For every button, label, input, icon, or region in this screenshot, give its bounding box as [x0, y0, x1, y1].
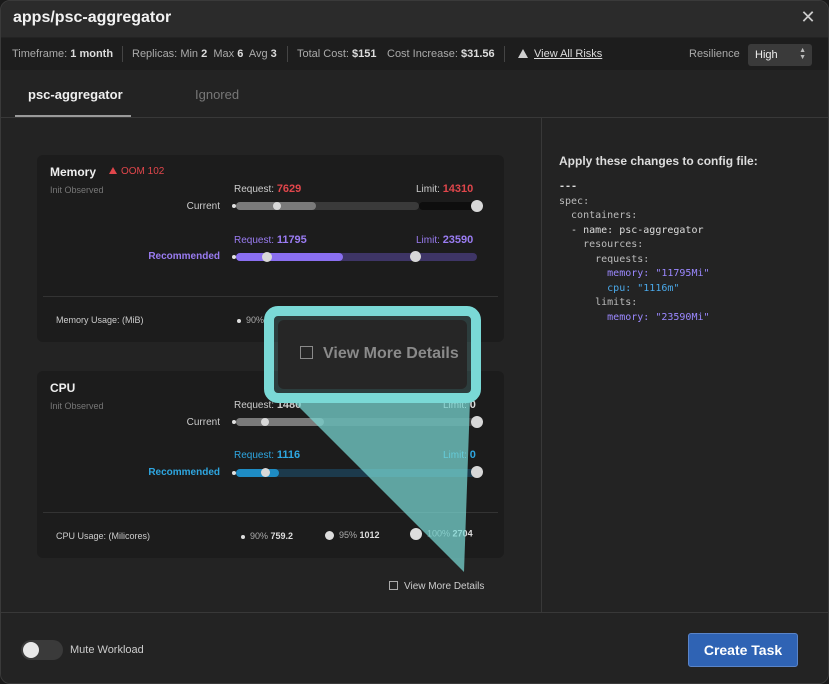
mute-workload-toggle[interactable]: [21, 640, 63, 660]
active-tab-indicator: [15, 115, 131, 117]
cpu-rec-request: Request: 1116: [234, 449, 301, 461]
create-task-button[interactable]: Create Task: [688, 633, 798, 667]
zoom-callout: View More Details: [264, 306, 481, 403]
memory-recommended-label: Recommended: [148, 251, 220, 262]
view-all-risks-link[interactable]: View All Risks: [518, 48, 602, 60]
cpu-current-limit-marker: [471, 416, 483, 428]
callout-view-more-details: View More Details: [300, 345, 459, 363]
footer: Mute Workload Create Task: [1, 612, 828, 683]
tab-psc-aggregator[interactable]: psc-aggregator: [28, 87, 123, 102]
cpu-p90: 90% 759.2: [241, 531, 293, 541]
memory-rec-limit-marker: [410, 251, 421, 262]
memory-p90: 90%: [237, 315, 264, 325]
cpu-usage-label: CPU Usage: (Milicores): [56, 531, 151, 541]
cpu-title: CPU: [50, 381, 76, 395]
memory-usage-label: Memory Usage: (MiB): [56, 315, 144, 325]
info-bar: Timeframe: 1 month Replicas: Min 2 Max 6…: [1, 38, 828, 70]
cpu-p100: 100% 2704: [410, 528, 473, 540]
window-title: apps/psc-aggregator: [13, 9, 172, 26]
memory-rec-request: Request: 11795: [234, 234, 307, 246]
cpu-recommended-label: Recommended: [148, 467, 220, 478]
cpu-current-label: Current: [186, 417, 220, 428]
memory-current-request-marker: [273, 202, 281, 210]
config-code: --- spec: containers: - name: psc-aggrega…: [559, 181, 710, 323]
memory-subtitle: Init Observed: [50, 185, 104, 195]
warning-icon: [518, 49, 528, 58]
external-link-icon: [389, 581, 398, 590]
memory-title: Memory: [50, 165, 97, 179]
memory-current-limit: Limit: 14310: [416, 183, 474, 195]
memory-rec-limit: Limit: 23590: [416, 234, 474, 246]
cpu-rec-limit-marker: [471, 466, 483, 478]
cpu-rec-bar: [236, 469, 477, 477]
toggle-knob: [23, 642, 39, 658]
memory-rec-request-marker: [262, 252, 272, 262]
oom-badge: OOM 102: [109, 166, 164, 177]
close-icon[interactable]: ✕: [798, 7, 818, 27]
config-panel: Apply these changes to config file: --- s…: [542, 118, 828, 612]
memory-current-label: Current: [186, 201, 220, 212]
warning-icon: [109, 167, 117, 174]
memory-current-limit-marker: [471, 200, 483, 212]
cpu-rec-limit: Limit: 0: [443, 449, 476, 461]
cost-increase: Cost Increase: $31.56: [387, 48, 495, 60]
replicas: Replicas: Min 2 Max 6 Avg 3: [132, 48, 277, 60]
tab-bar: psc-aggregator Ignored: [1, 71, 828, 118]
title-bar: apps/psc-aggregator ✕: [1, 1, 828, 37]
cpu-current-bar: [236, 418, 477, 426]
memory-current-request: Request: 7629: [234, 183, 302, 195]
total-cost: Total Cost: $151: [297, 48, 377, 60]
config-title: Apply these changes to config file:: [559, 154, 758, 168]
select-arrows-icon: ▲ ▼: [799, 47, 806, 61]
timeframe: Timeframe: 1 month: [12, 48, 114, 60]
memory-current-request-bar: [236, 202, 419, 210]
mute-workload-label: Mute Workload: [70, 644, 144, 656]
cpu-subtitle: Init Observed: [50, 401, 104, 411]
external-link-icon: [300, 346, 313, 359]
tab-ignored[interactable]: Ignored: [195, 87, 239, 102]
resilience-select[interactable]: High ▲ ▼: [748, 44, 812, 66]
cpu-p95: 95% 1012: [325, 530, 380, 541]
resilience-label: Resilience: [689, 48, 740, 60]
memory-current-limit-bar: [419, 202, 477, 210]
cpu-rec-request-marker: [261, 468, 270, 477]
cpu-current-request-marker: [261, 418, 269, 426]
memory-rec-bar: [236, 253, 477, 261]
view-more-details-link[interactable]: View More Details: [389, 580, 484, 592]
